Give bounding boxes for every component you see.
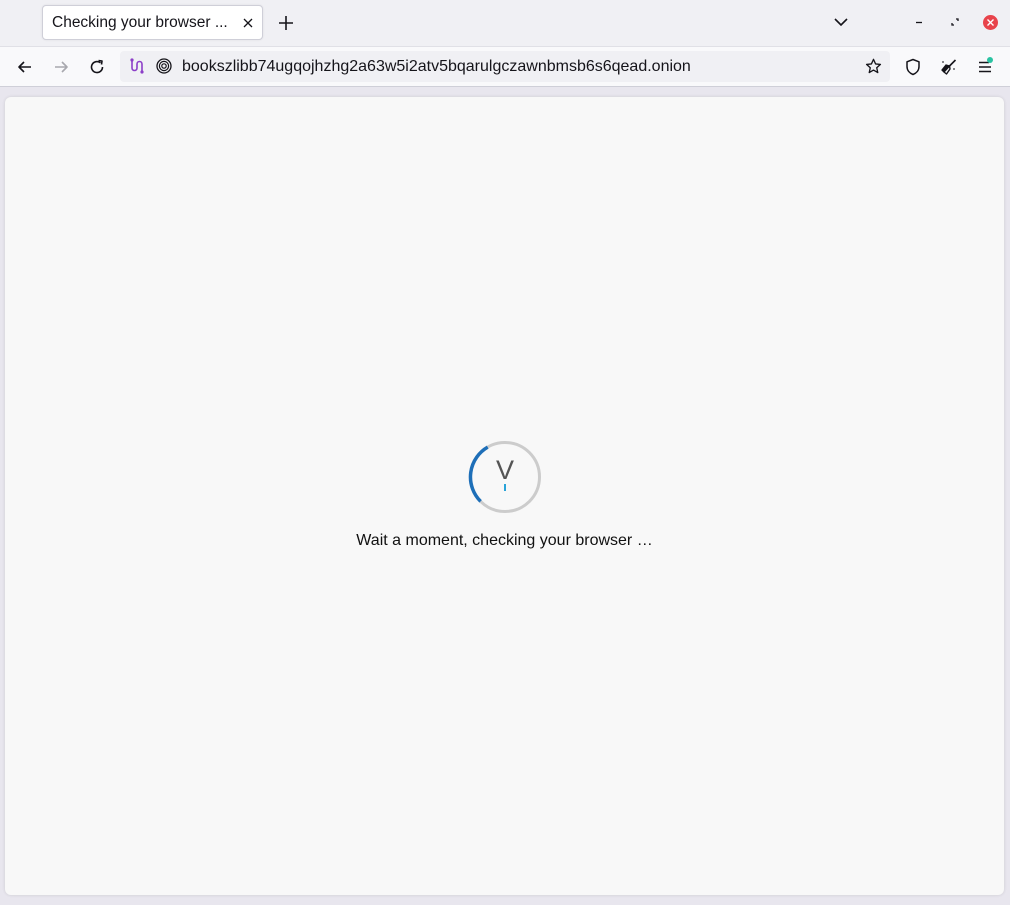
- navigation-toolbar: bookszlibb74ugqojhzhg2a63w5i2atv5bqarulg…: [0, 46, 1010, 87]
- restore-icon[interactable]: [947, 14, 963, 30]
- tor-circuit-icon[interactable]: [127, 57, 145, 75]
- reload-icon[interactable]: [87, 57, 107, 77]
- arrow-right-icon[interactable]: [51, 57, 71, 77]
- status-message: Wait a moment, checking your browser …: [356, 532, 653, 549]
- onion-icon[interactable]: [155, 57, 173, 75]
- chevron-down-icon[interactable]: [831, 12, 851, 32]
- spinner-tick: [504, 484, 506, 491]
- close-icon[interactable]: [240, 15, 256, 31]
- arrow-left-icon[interactable]: [15, 57, 35, 77]
- page-body: V Wait a moment, checking your browser …: [5, 97, 1004, 895]
- minimize-icon[interactable]: [911, 14, 927, 30]
- tab-title: Checking your browser ...: [52, 14, 228, 31]
- tab-active[interactable]: Checking your browser ...: [42, 5, 263, 40]
- broom-icon[interactable]: [939, 57, 959, 77]
- tab-strip: Checking your browser ...: [0, 0, 1010, 46]
- browser-window: Checking your browser ... bookszlibb74ug…: [0, 0, 1010, 905]
- plus-icon[interactable]: [275, 12, 297, 34]
- content-area: V Wait a moment, checking your browser …: [0, 87, 1010, 905]
- shield-icon[interactable]: [903, 57, 923, 77]
- window-close-button[interactable]: [983, 15, 998, 30]
- url-bar[interactable]: bookszlibb74ugqojhzhg2a63w5i2atv5bqarulg…: [120, 51, 890, 82]
- star-icon[interactable]: [864, 57, 883, 76]
- url-text[interactable]: bookszlibb74ugqojhzhg2a63w5i2atv5bqarulg…: [182, 51, 691, 82]
- close-icon: [987, 19, 994, 26]
- spinner-letter: V: [495, 455, 514, 485]
- update-badge: [987, 57, 993, 63]
